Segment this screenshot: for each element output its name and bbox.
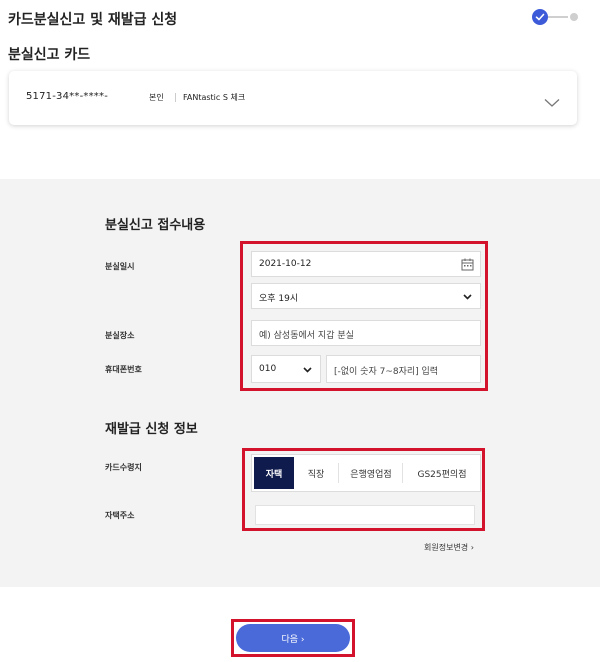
progress-stepper [532,9,582,25]
page-title: 카드분실신고 및 재발급 신청 [8,12,178,28]
report-heading: 분실신고 접수내용 [105,218,206,233]
step-pending-icon [570,13,578,21]
highlight-reissue-fields [242,448,485,531]
loss-datetime-label: 분실일시 [105,262,135,271]
step-complete-icon [532,9,548,25]
home-address-label: 자택주소 [105,511,135,520]
loss-place-label: 분실장소 [105,331,135,340]
highlight-report-fields [240,241,488,391]
reissue-heading: 재발급 신청 정보 [105,422,198,437]
receive-location-label: 카드수령지 [105,463,142,472]
phone-label: 휴대폰번호 [105,365,142,374]
highlight-next-button [231,619,355,657]
lost-card-selector[interactable]: 5171-34**-****- 본인 FANtastic S 체크 [9,71,577,125]
divider [175,93,176,102]
card-product-name: FANtastic S 체크 [183,93,246,102]
member-info-change-link[interactable]: 회원정보변경 › [424,542,474,553]
card-owner: 본인 [149,93,164,102]
step-connector [548,16,568,18]
section-title-card: 분실신고 카드 [8,47,91,63]
chevron-down-icon[interactable] [544,93,560,112]
card-number: 5171-34**-****- [26,91,108,102]
